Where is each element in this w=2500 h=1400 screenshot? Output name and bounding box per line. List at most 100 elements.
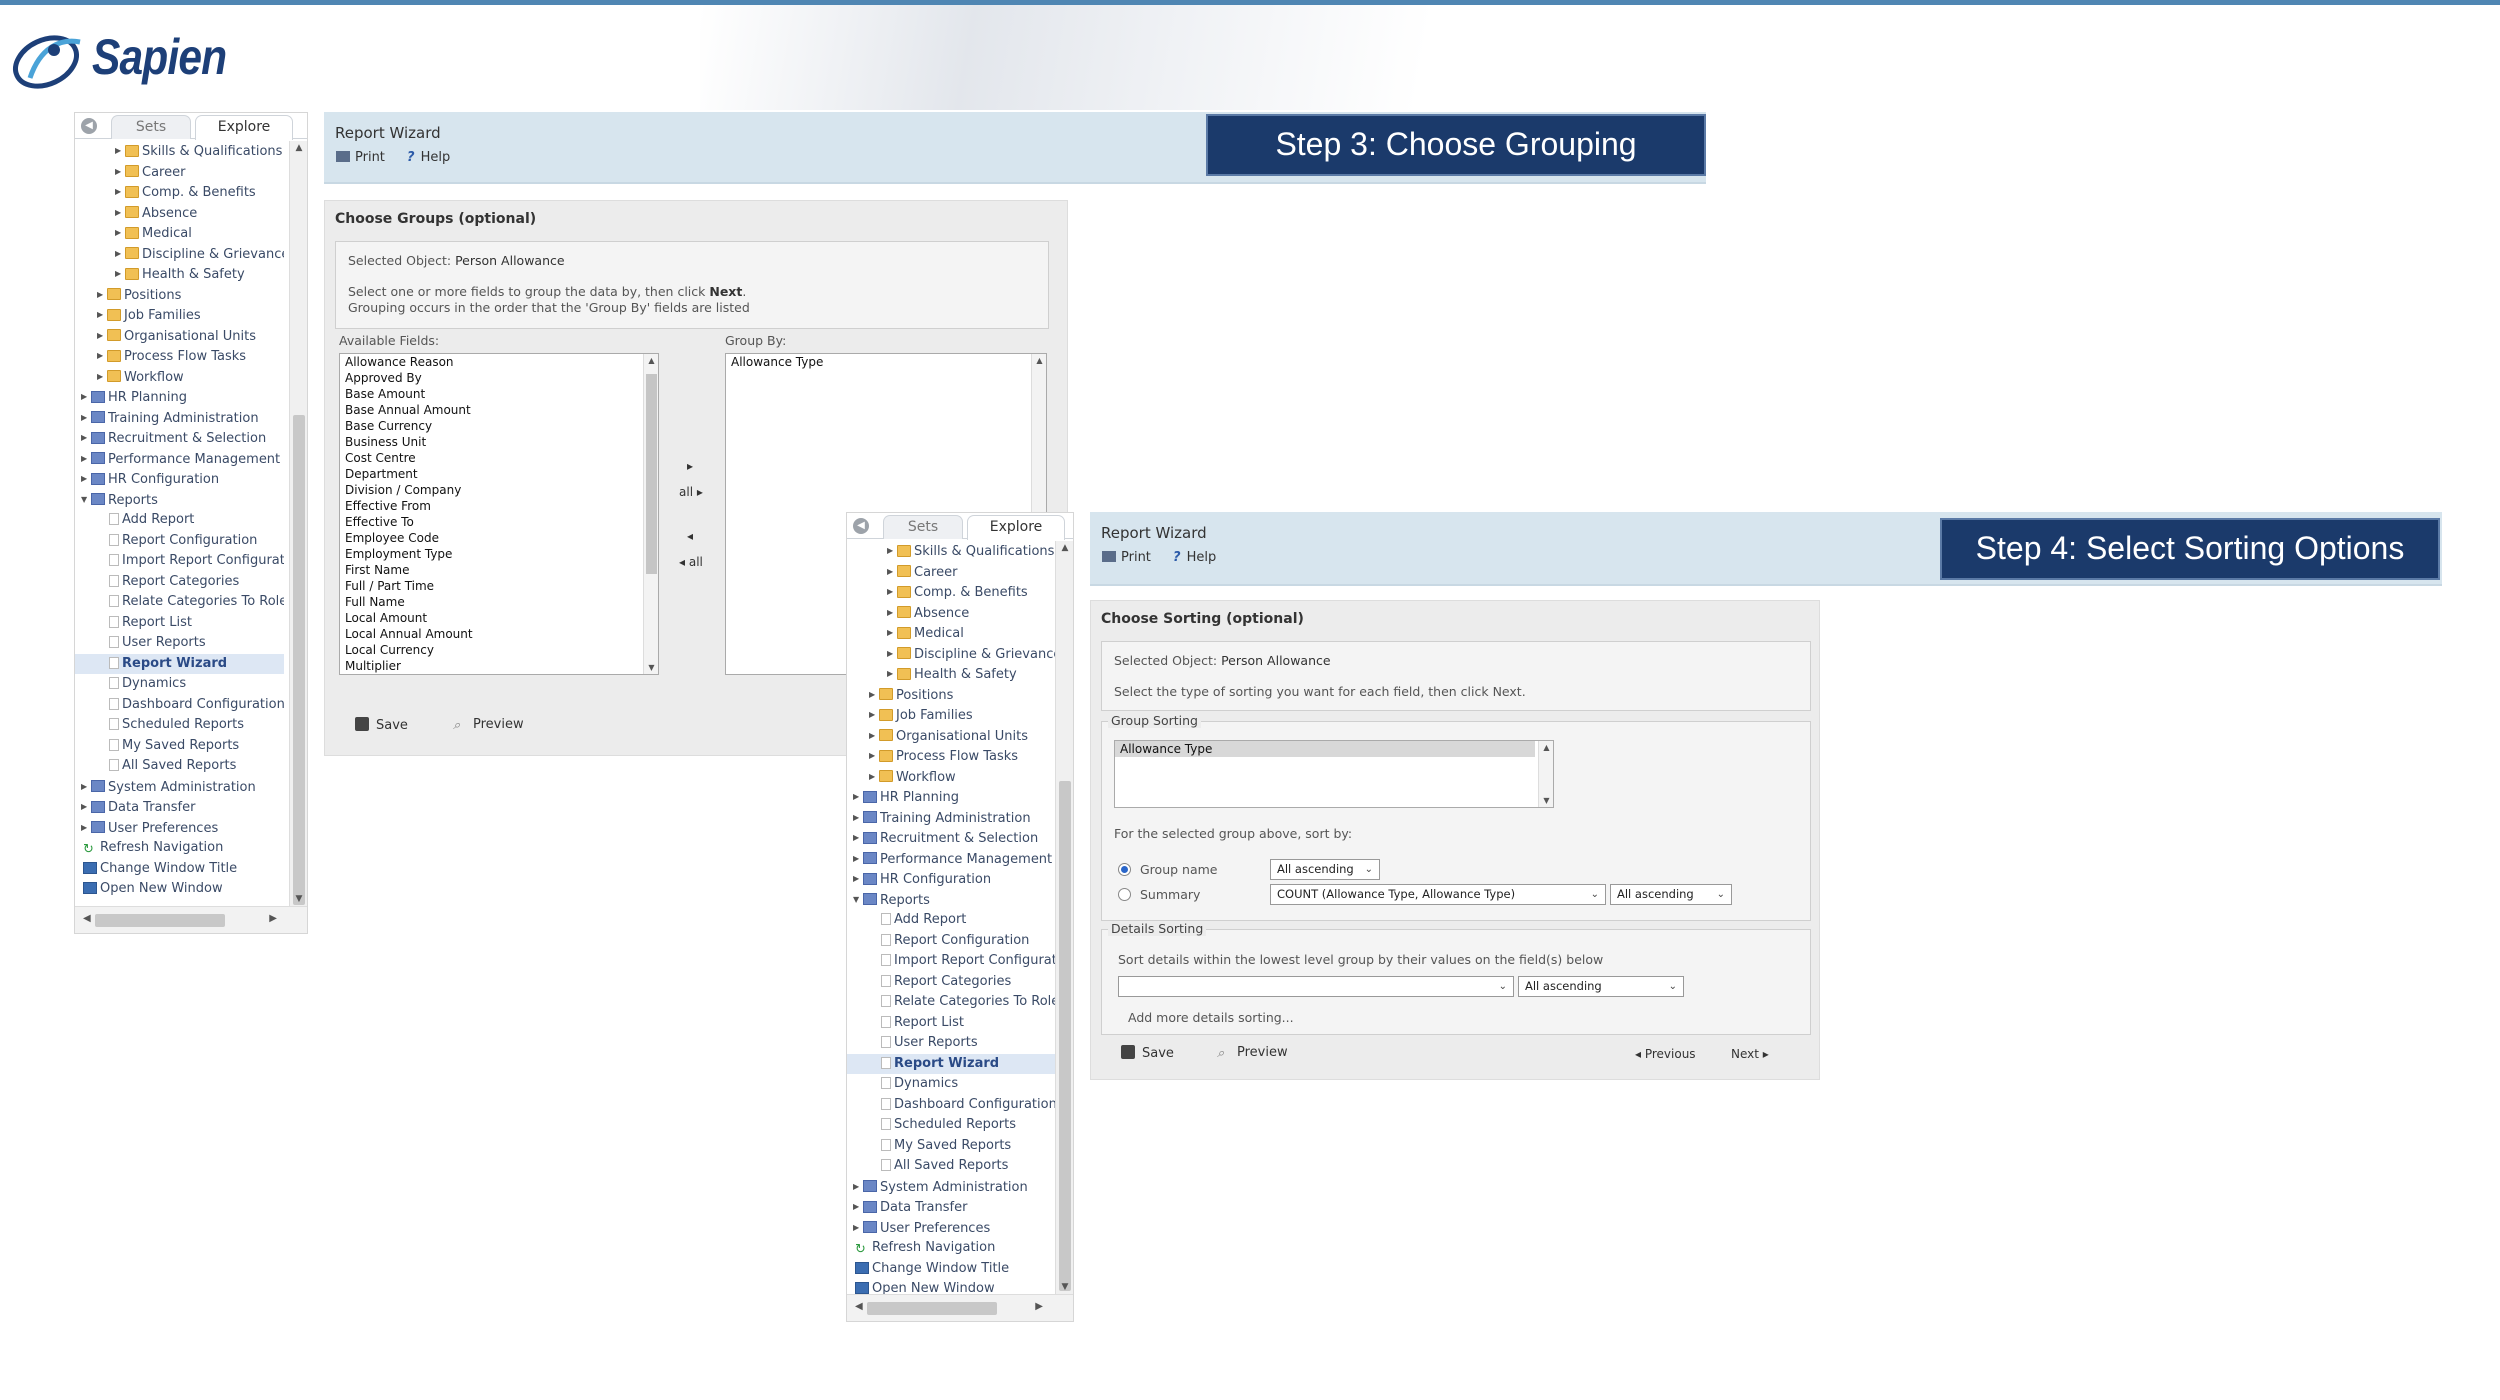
- list-item[interactable]: Local Amount: [340, 610, 658, 626]
- list-item[interactable]: Department: [340, 466, 658, 482]
- previous-button[interactable]: ◂ Previous: [1635, 1047, 1696, 1061]
- list-item[interactable]: First Name: [340, 562, 658, 578]
- expand-arrow-icon[interactable]: ▶: [81, 777, 91, 798]
- expand-arrow-icon[interactable]: ▶: [97, 346, 107, 367]
- preview-button-step3[interactable]: ⌕ Preview: [453, 717, 524, 733]
- print-button[interactable]: Print: [1102, 550, 1151, 565]
- expand-arrow-icon[interactable]: ▶: [869, 685, 879, 706]
- nav-item[interactable]: Report Wizard: [75, 653, 284, 674]
- nav-item[interactable]: ▶ HR Configuration: [847, 869, 1056, 890]
- nav-item[interactable]: ▶ Absence: [75, 203, 284, 224]
- expand-arrow-icon[interactable]: ▶: [869, 705, 879, 726]
- expand-arrow-icon[interactable]: ▶: [115, 223, 125, 244]
- list-item[interactable]: Cost Centre: [340, 450, 658, 466]
- nav-item[interactable]: My Saved Reports: [847, 1136, 1056, 1157]
- expand-arrow-icon[interactable]: ▶: [81, 449, 91, 470]
- group-sorting-scrollbar[interactable]: ▲ ▼: [1538, 741, 1553, 807]
- nav-item[interactable]: Open New Window: [75, 879, 284, 900]
- list-item[interactable]: Multiplier: [340, 658, 658, 674]
- nav-item[interactable]: All Saved Reports: [75, 756, 284, 777]
- expand-arrow-icon[interactable]: ▶: [97, 367, 107, 388]
- nav-item[interactable]: ▶ System Administration: [847, 1177, 1056, 1198]
- nav-item[interactable]: ▶ HR Configuration: [75, 469, 284, 490]
- expand-arrow-icon[interactable]: ▶: [887, 603, 897, 624]
- nav-item[interactable]: All Saved Reports: [847, 1156, 1056, 1177]
- nav-item[interactable]: Scheduled Reports: [75, 715, 284, 736]
- nav-item[interactable]: ▶ HR Planning: [75, 387, 284, 408]
- list-item[interactable]: Allowance Reason: [340, 354, 658, 370]
- expand-arrow-icon[interactable]: ▶: [97, 326, 107, 347]
- expand-arrow-icon[interactable]: ▶: [887, 644, 897, 665]
- nav-item[interactable]: Report List: [847, 1013, 1056, 1034]
- expand-arrow-icon[interactable]: ▶: [887, 582, 897, 603]
- group-sorting-scroll-down-icon[interactable]: ▼: [1539, 796, 1553, 805]
- nav-item[interactable]: Add Report: [75, 510, 284, 531]
- list-item[interactable]: Local Currency: [340, 642, 658, 658]
- nav-item[interactable]: Dashboard Configuration: [847, 1095, 1056, 1116]
- nav-item[interactable]: Add Report: [847, 910, 1056, 931]
- nav-item[interactable]: ↻ Refresh Navigation: [75, 838, 284, 859]
- nav-item[interactable]: ▶ Workflow: [75, 367, 284, 388]
- group-sorting-list[interactable]: Allowance Type ▲ ▼: [1114, 740, 1554, 808]
- nav-item[interactable]: ▶ Medical: [75, 223, 284, 244]
- nav-item[interactable]: ▶ Training Administration: [847, 808, 1056, 829]
- move-one-button[interactable]: ▸: [687, 459, 693, 473]
- expand-arrow-icon[interactable]: ▶: [853, 1197, 863, 1218]
- list-item[interactable]: Base Annual Amount: [340, 402, 658, 418]
- list-scroll-thumb[interactable]: [646, 374, 657, 574]
- nav-item[interactable]: Open New Window: [847, 1279, 1056, 1294]
- expanded-arrow-icon[interactable]: ▼: [853, 890, 863, 911]
- help-button[interactable]: ? Help: [1173, 550, 1216, 565]
- nav-item[interactable]: ▶ Job Families: [75, 305, 284, 326]
- nav-item[interactable]: ▶ Skills & Qualifications: [75, 141, 284, 162]
- list-item[interactable]: Full Name: [340, 594, 658, 610]
- list-scroll-up-icon[interactable]: ▲: [644, 356, 658, 365]
- scroll-down-icon[interactable]: ▼: [290, 892, 308, 906]
- expand-arrow-icon[interactable]: ▶: [853, 828, 863, 849]
- nav-item[interactable]: ▶ System Administration: [75, 777, 284, 798]
- nav-item[interactable]: ▶ Comp. & Benefits: [75, 182, 284, 203]
- nav-item[interactable]: Report Configuration: [75, 531, 284, 552]
- list-item[interactable]: Effective From: [340, 498, 658, 514]
- expand-arrow-icon[interactable]: ▶: [97, 285, 107, 306]
- h-scroll-thumb[interactable]: [95, 914, 225, 927]
- nav-item[interactable]: ▶ Health & Safety: [847, 664, 1056, 685]
- nav-item[interactable]: Report Wizard: [847, 1053, 1056, 1074]
- move-all-button[interactable]: all ▸: [679, 485, 703, 499]
- nav-item[interactable]: User Reports: [847, 1033, 1056, 1054]
- nav-item[interactable]: ▶ Comp. & Benefits: [847, 582, 1056, 603]
- expand-arrow-icon[interactable]: ▶: [853, 808, 863, 829]
- nav-item[interactable]: My Saved Reports: [75, 736, 284, 757]
- nav-vertical-scrollbar[interactable]: ▲ ▼: [1055, 541, 1073, 1294]
- nav-item[interactable]: ▶ Recruitment & Selection: [75, 428, 284, 449]
- nav-item[interactable]: ▶ Training Administration: [75, 408, 284, 429]
- nav-item[interactable]: ▶ Data Transfer: [75, 797, 284, 818]
- nav-item[interactable]: ▶ Process Flow Tasks: [75, 346, 284, 367]
- nav-item[interactable]: Scheduled Reports: [847, 1115, 1056, 1136]
- details-field-select[interactable]: ⌄: [1118, 976, 1514, 997]
- expand-arrow-icon[interactable]: ▶: [853, 869, 863, 890]
- nav-item[interactable]: ▶ Data Transfer: [847, 1197, 1056, 1218]
- scroll-right-icon[interactable]: ▶: [1035, 1301, 1043, 1312]
- nav-item[interactable]: ▶ Job Families: [847, 705, 1056, 726]
- list-item[interactable]: Employment Type: [340, 546, 658, 562]
- nav-item[interactable]: ▶ Positions: [75, 285, 284, 306]
- nav-item[interactable]: ▶ Performance Management: [847, 849, 1056, 870]
- print-button[interactable]: Print: [336, 150, 385, 165]
- scroll-left-icon[interactable]: ◀: [855, 1301, 863, 1312]
- scroll-up-icon[interactable]: ▲: [290, 141, 308, 155]
- tab-sets[interactable]: Sets: [883, 515, 963, 539]
- nav-item[interactable]: ▶ Health & Safety: [75, 264, 284, 285]
- available-fields-list[interactable]: Allowance Reason Approved By Base Amount Ba…: [339, 353, 659, 675]
- expand-arrow-icon[interactable]: ▶: [115, 162, 125, 183]
- expand-arrow-icon[interactable]: ▶: [887, 562, 897, 583]
- nav-item[interactable]: ▶ Performance Management: [75, 449, 284, 470]
- group-sorting-scroll-up-icon[interactable]: ▲: [1539, 743, 1553, 752]
- expand-arrow-icon[interactable]: ▶: [81, 469, 91, 490]
- scroll-right-icon[interactable]: ▶: [269, 913, 277, 924]
- scroll-up-icon[interactable]: ▲: [1056, 541, 1074, 555]
- expand-arrow-icon[interactable]: ▶: [81, 408, 91, 429]
- list-scroll-down-icon[interactable]: ▼: [644, 663, 658, 672]
- nav-item[interactable]: ▶ Career: [847, 562, 1056, 583]
- nav-item[interactable]: ▶ Recruitment & Selection: [847, 828, 1056, 849]
